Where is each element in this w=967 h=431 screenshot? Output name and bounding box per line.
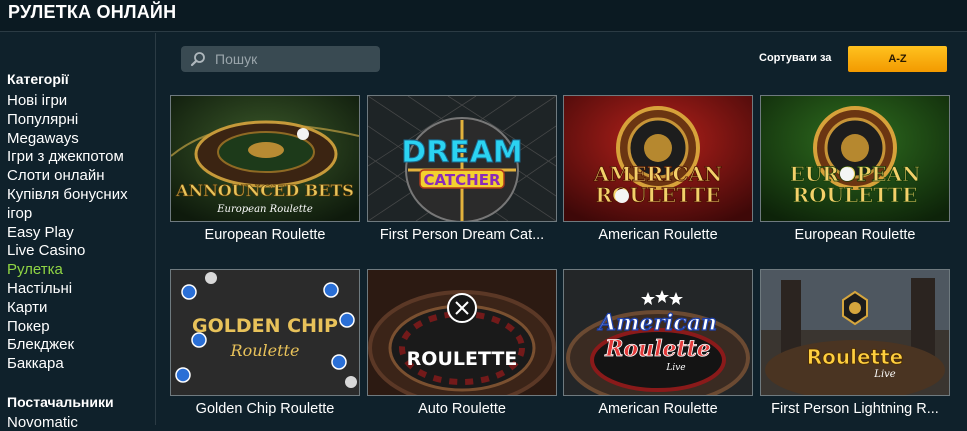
categories-heading: Категорії — [7, 71, 69, 87]
thumb-art-title: ROULETTE — [407, 348, 518, 370]
category-item-live-casino[interactable]: Live Casino — [7, 242, 128, 261]
thumb-art-subtitle: Live — [873, 369, 895, 380]
game-title[interactable]: Auto Roulette — [359, 401, 565, 417]
category-list: Нові ігри Популярні Megaways Ігри з джек… — [7, 92, 128, 374]
provider-item[interactable]: Novomatic — [7, 414, 78, 431]
category-item-roulette[interactable]: Рулетка — [7, 261, 128, 280]
svg-text:Live: Live — [665, 363, 685, 373]
thumb-art-title: Roulette — [807, 345, 903, 369]
category-item-easy-play[interactable]: Easy Play — [7, 224, 128, 243]
category-item-megaways[interactable]: Megaways — [7, 130, 128, 149]
game-thumbnail[interactable]: EUROPEAN ROULETTE — [760, 95, 950, 222]
category-item-bonus-buy[interactable]: Купівля бонусних — [7, 186, 128, 205]
game-thumbnail[interactable]: ROULETTE — [367, 269, 557, 396]
game-title[interactable]: European Roulette — [752, 227, 958, 243]
providers-heading: Постачальники — [7, 394, 114, 410]
thumb-art-title: American — [597, 310, 717, 336]
game-thumbnail[interactable]: GOLDEN CHIP Roulette — [170, 269, 360, 396]
game-thumbnail[interactable]: AMERICAN ROULETTE — [563, 95, 753, 222]
thumb-art-subtitle: ROULETTE — [595, 183, 720, 207]
game-title[interactable]: European Roulette — [162, 227, 368, 243]
thumb-art-title: DREAM — [401, 135, 523, 170]
thumb-art-title: ANNOUNCED BETS — [175, 181, 354, 200]
game-title[interactable]: Golden Chip Roulette — [162, 401, 368, 417]
category-item-poker[interactable]: Покер — [7, 318, 128, 337]
category-item-slots[interactable]: Слоти онлайн — [7, 167, 128, 186]
search-box[interactable] — [181, 46, 380, 72]
category-item-popular[interactable]: Популярні — [7, 111, 128, 130]
category-item-cards[interactable]: Карти — [7, 299, 128, 318]
game-thumbnail[interactable]: ANNOUNCED BETS European Roulette — [170, 95, 360, 222]
category-item-jackpot[interactable]: Ігри з джекпотом — [7, 148, 128, 167]
category-item-bonus-buy-cont[interactable]: ігор — [7, 205, 128, 224]
thumb-art-subtitle: Roulette — [604, 336, 711, 362]
page-title: РУЛЕТКА ОНЛАЙН — [8, 2, 177, 22]
thumb-art-subtitle: CATCHER — [423, 171, 500, 189]
game-title[interactable]: American Roulette — [555, 227, 761, 243]
game-title[interactable]: American Roulette — [555, 401, 761, 417]
sort-dropdown[interactable]: A-Z — [848, 46, 947, 72]
category-item-blackjack[interactable]: Блекджек — [7, 336, 128, 355]
search-input[interactable] — [215, 49, 365, 69]
thumb-art-subtitle: ROULETTE — [792, 183, 917, 207]
sidebar: Категорії Нові ігри Популярні Megaways І… — [0, 33, 156, 431]
sort-label: Сортувати за — [759, 52, 832, 64]
category-item-table[interactable]: Настільні — [7, 280, 128, 299]
search-icon — [190, 52, 205, 67]
category-item-baccarat[interactable]: Баккара — [7, 355, 128, 374]
game-thumbnail[interactable]: DREAM CATCHER — [367, 95, 557, 222]
game-title[interactable]: First Person Dream Cat... — [359, 227, 565, 243]
page-header: РУЛЕТКА ОНЛАЙН — [0, 0, 967, 32]
thumb-art-subtitle: Roulette — [230, 341, 300, 360]
category-item-new[interactable]: Нові ігри — [7, 92, 128, 111]
game-thumbnail[interactable]: Roulette Live — [760, 269, 950, 396]
thumb-art-subtitle: European Roulette — [216, 204, 313, 215]
game-thumbnail[interactable]: American Roulette Live — [563, 269, 753, 396]
thumb-art-title: GOLDEN CHIP — [192, 315, 338, 337]
game-title[interactable]: First Person Lightning R... — [752, 401, 958, 417]
